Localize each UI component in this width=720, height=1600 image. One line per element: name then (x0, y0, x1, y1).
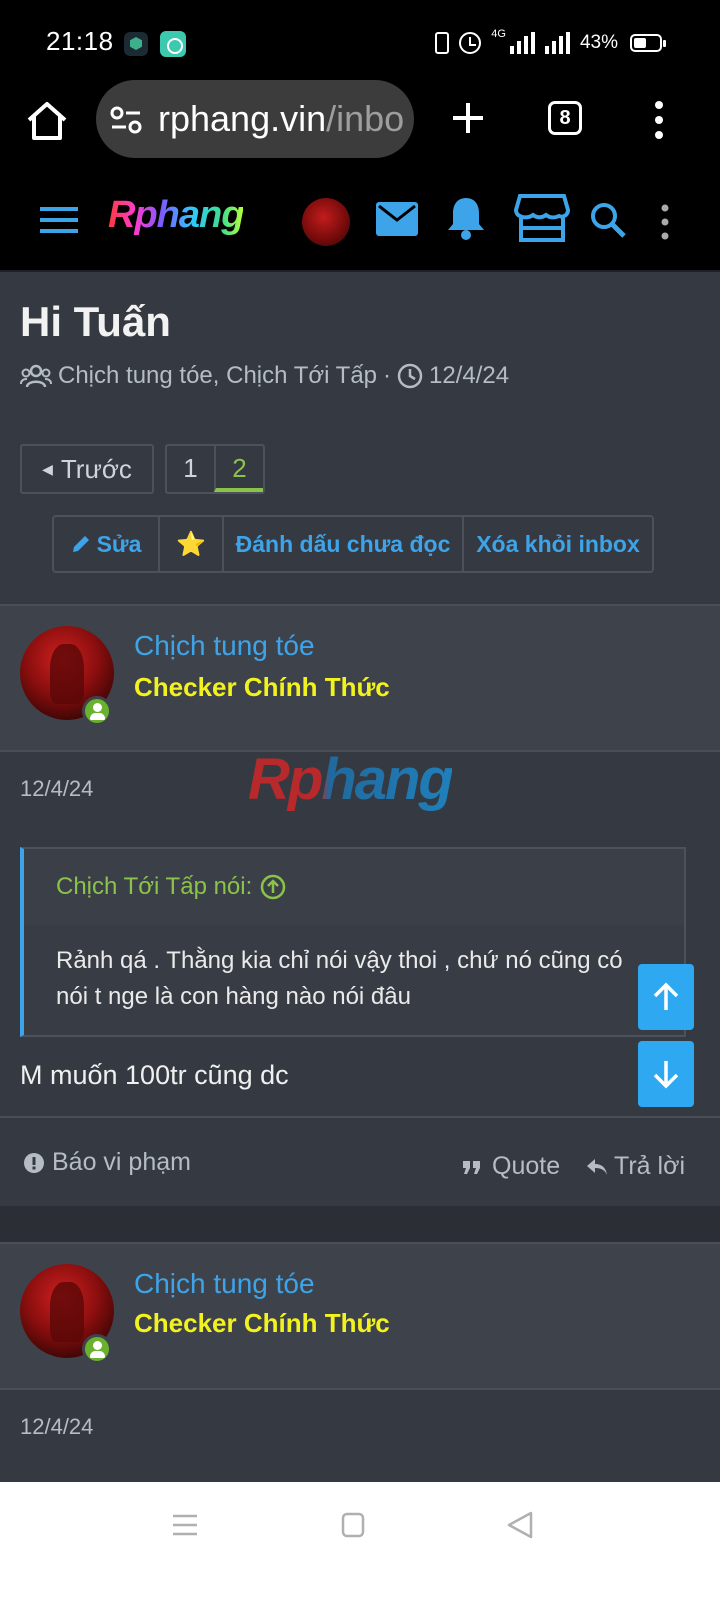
message-header: Chịch tung tóe Checker Chính Thức (0, 604, 720, 752)
quote-header: Chịch Tới Tấp nói: (24, 849, 684, 925)
report-button[interactable]: Báo vi phạm (24, 1148, 191, 1177)
new-tab-icon[interactable] (450, 100, 486, 136)
exclamation-circle-icon (24, 1152, 44, 1173)
recent-apps-icon[interactable] (172, 1512, 198, 1538)
message-separator (0, 1212, 720, 1242)
tab-switcher-button[interactable]: 8 (548, 101, 582, 135)
conversation-meta: Chịch tung tóe, Chịch Tới Tấp · 12/4/24 (20, 362, 509, 390)
address-bar[interactable]: rphang.vin/inbo (96, 80, 414, 158)
site-header: Rphang (0, 160, 720, 272)
message-username-2[interactable]: Chịch tung tóe (134, 1268, 315, 1300)
scroll-to-top-button[interactable] (638, 964, 694, 1030)
system-nav-bar (0, 1482, 720, 1600)
user-avatar[interactable] (302, 198, 350, 246)
site-logo[interactable]: Rphang (108, 194, 244, 237)
quote-block: Chịch Tới Tấp nói: Rảnh qá . Thằng kia c… (20, 847, 686, 1037)
remove-from-inbox-button[interactable]: Xóa khỏi inbox (464, 517, 652, 571)
arrow-up-circle-icon[interactable] (260, 874, 286, 900)
online-status-icon-2 (82, 1334, 112, 1364)
quote-text: Rảnh qá . Thằng kia chỉ nói vậy thoi , c… (56, 947, 623, 1010)
edit-label: Sửa (96, 530, 142, 557)
site-settings-icon[interactable] (110, 106, 142, 134)
pager-page-1[interactable]: 1 (167, 446, 214, 492)
user-title: Checker Chính Thức (134, 672, 390, 702)
pager-prev-label: Trước (60, 453, 132, 484)
pager-prev-button[interactable]: ◀ Trước (20, 444, 154, 494)
reply-icon (587, 1158, 607, 1175)
message-date: 12/4/24 (20, 776, 94, 801)
home-icon[interactable] (24, 98, 70, 144)
participants[interactable]: Chịch tung tóe, Chịch Tới Tấp (58, 362, 377, 390)
meta-separator: · (383, 362, 392, 389)
quote-icon (463, 1160, 480, 1174)
quote-author[interactable]: Chịch Tới Tấp nói: (56, 873, 286, 901)
search-icon[interactable] (590, 202, 626, 238)
messenger-notification-icon (160, 31, 186, 57)
page-title: Hi Tuấn (20, 298, 171, 345)
alarm-icon (459, 32, 482, 54)
remove-label: Xóa khỏi inbox (476, 530, 640, 557)
signal-icon (509, 32, 535, 54)
scroll-to-bottom-button[interactable] (638, 1041, 694, 1107)
online-status-icon (82, 696, 112, 726)
arrow-up-icon (653, 982, 679, 1010)
reply-button[interactable]: Trả lời (586, 1152, 685, 1181)
message-text: M muốn 100tr cũng dc (20, 1060, 289, 1090)
mark-unread-label: Đánh dấu chưa đọc (235, 530, 451, 557)
url-text[interactable]: rphang.vin/inbo (158, 98, 404, 140)
message-header-2: Chịch tung tóe Checker Chính Thức (0, 1242, 720, 1390)
store-icon[interactable] (514, 194, 570, 242)
caret-left-icon: ◀ (42, 460, 53, 477)
mail-icon[interactable] (376, 202, 418, 236)
signal-icon-2 (544, 32, 570, 54)
app-notification-icon (124, 32, 148, 56)
browser-menu-icon[interactable] (654, 100, 664, 140)
conversation-date: 12/4/24 (429, 362, 510, 389)
quote-button[interactable]: Quote (462, 1152, 560, 1181)
status-bar: 21:18 4G 43% (0, 0, 720, 80)
message-footer: Báo vi phạm Quote Trả lời (0, 1116, 720, 1212)
hamburger-menu-icon[interactable] (40, 206, 78, 234)
message-username[interactable]: Chịch tung tóe (134, 630, 315, 662)
user-title-2: Checker Chính Thức (134, 1308, 390, 1338)
arrow-down-icon (653, 1061, 679, 1089)
star-button[interactable]: ⭐ (160, 517, 224, 571)
message-date-2: 12/4/24 (20, 1414, 94, 1439)
pager-page-2[interactable]: 2 (214, 446, 263, 492)
browser-toolbar: rphang.vin/inbo 8 (0, 80, 720, 160)
status-time: 21:18 (46, 26, 114, 56)
vibrate-icon (435, 32, 450, 54)
battery-percent: 43% (579, 32, 618, 53)
back-nav-icon[interactable] (506, 1511, 534, 1539)
users-icon (20, 364, 52, 388)
edit-button[interactable]: Sửa (54, 517, 160, 571)
conversation-actions: Sửa ⭐ Đánh dấu chưa đọc Xóa khỏi inbox (52, 515, 654, 573)
bell-icon[interactable] (446, 196, 486, 240)
clock-icon (397, 363, 423, 389)
battery-icon (630, 34, 666, 52)
pager: 1 2 (165, 444, 265, 494)
status-indicators: 4G 43% (435, 28, 666, 58)
star-icon: ⭐ (176, 530, 206, 558)
pencil-icon (72, 536, 89, 552)
network-type: 4G (491, 28, 506, 40)
home-nav-icon[interactable] (341, 1512, 365, 1538)
watermark-logo: Rphang (248, 747, 454, 812)
mark-unread-button[interactable]: Đánh dấu chưa đọc (224, 517, 464, 571)
more-icon[interactable] (660, 204, 670, 240)
